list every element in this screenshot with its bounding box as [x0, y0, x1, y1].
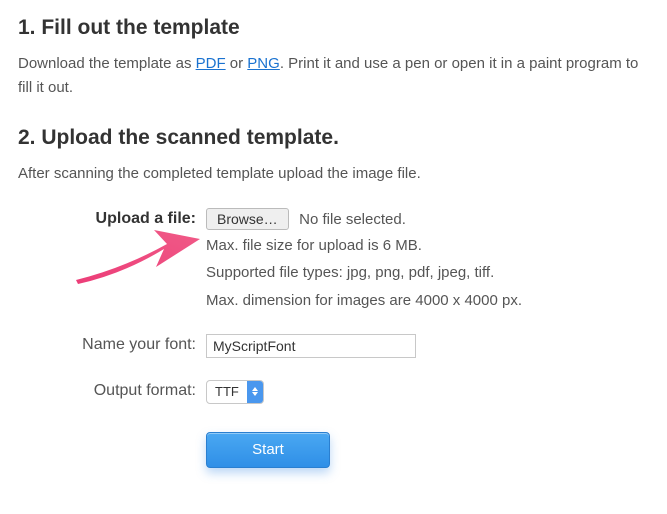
output-format-label: Output format:: [58, 380, 206, 400]
output-format-select[interactable]: TTF: [206, 380, 264, 404]
pdf-link[interactable]: PDF: [196, 55, 226, 72]
start-button[interactable]: Start: [206, 432, 330, 468]
select-arrows-icon: [247, 381, 263, 403]
file-dimension-hint: Max. dimension for images are 4000 x 400…: [206, 289, 649, 312]
output-format-value: TTF: [207, 384, 247, 399]
file-types-hint: Supported file types: jpg, png, pdf, jpe…: [206, 261, 649, 284]
no-file-text: No file selected.: [299, 211, 406, 228]
font-name-label: Name your font:: [58, 334, 206, 354]
step1-intro-or: or: [226, 55, 248, 72]
step2-intro: After scanning the completed template up…: [18, 162, 649, 186]
browse-button[interactable]: Browse…: [206, 208, 289, 230]
font-name-input[interactable]: [206, 334, 416, 358]
png-link[interactable]: PNG: [247, 55, 280, 72]
step1-intro: Download the template as PDF or PNG. Pri…: [18, 52, 649, 100]
step2-heading: 2. Upload the scanned template.: [18, 126, 649, 150]
step1-intro-pre: Download the template as: [18, 55, 196, 72]
step1-heading: 1. Fill out the template: [18, 16, 649, 40]
file-size-hint: Max. file size for upload is 6 MB.: [206, 234, 649, 257]
upload-file-label: Upload a file:: [58, 208, 206, 228]
